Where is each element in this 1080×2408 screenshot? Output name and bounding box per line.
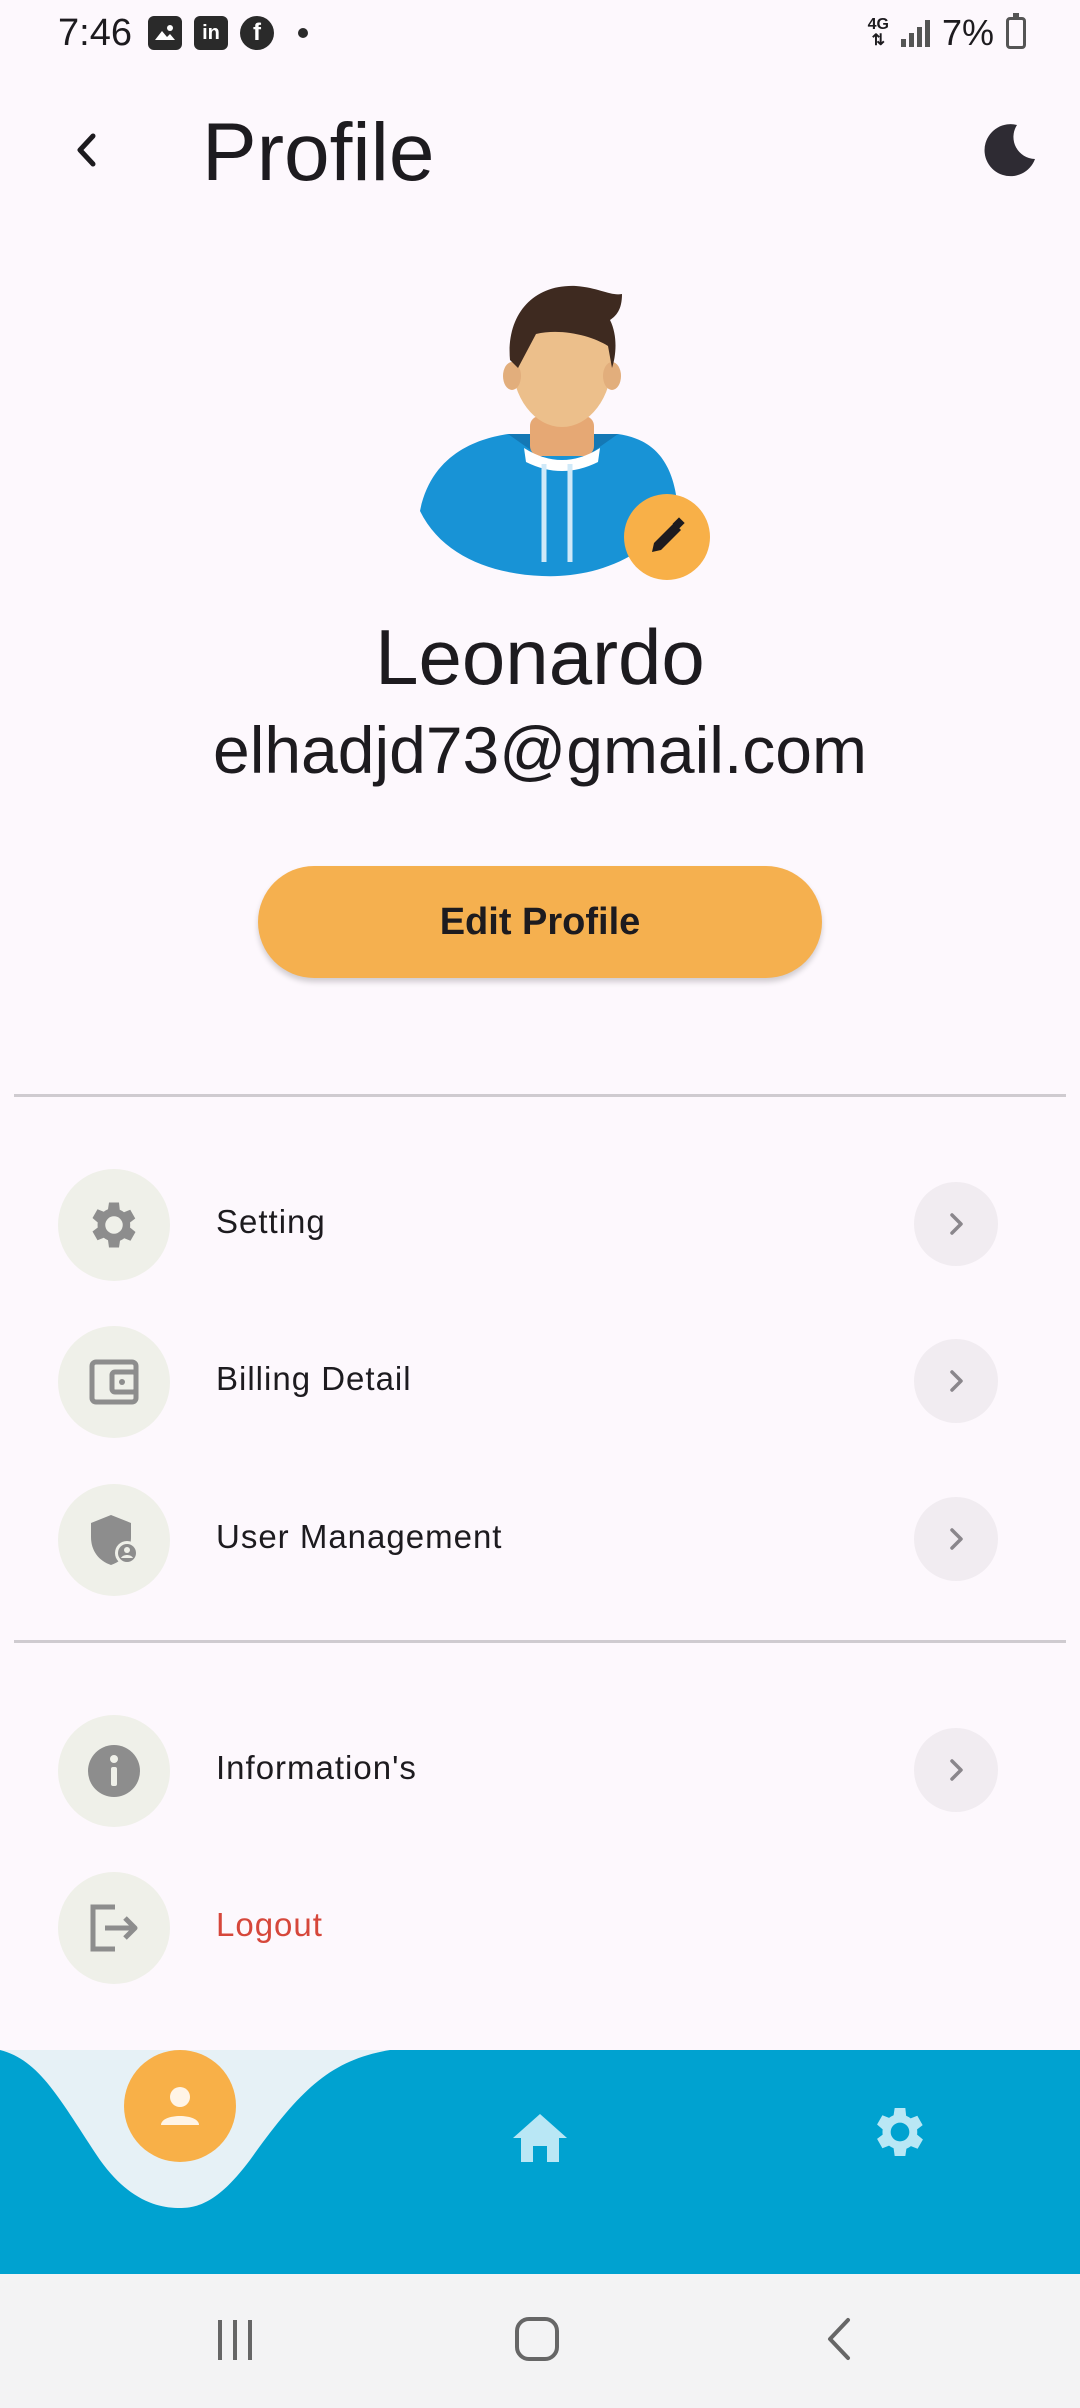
notification-icons: in f xyxy=(148,16,308,50)
page-title: Profile xyxy=(202,107,435,198)
signal-icon xyxy=(900,19,930,47)
edit-profile-button[interactable]: Edit Profile xyxy=(258,866,822,978)
back-system-button[interactable] xyxy=(796,2304,886,2374)
divider xyxy=(14,1640,1066,1643)
menu-item-label: Setting xyxy=(216,1203,326,1240)
recent-apps-button[interactable] xyxy=(190,2304,280,2374)
user-name: Leonardo xyxy=(375,613,705,701)
theme-toggle-button[interactable] xyxy=(978,118,1042,182)
menu-item-user-management[interactable]: User Management xyxy=(0,1480,1080,1600)
home-system-button[interactable] xyxy=(492,2304,582,2374)
pencil-icon xyxy=(652,517,685,552)
battery-icon xyxy=(1006,13,1026,49)
menu-item-setting[interactable]: Setting xyxy=(0,1165,1080,1285)
moon-icon xyxy=(984,124,1035,177)
menu-item-label: User Management xyxy=(216,1518,503,1555)
network-type: 4G ⇅ xyxy=(867,16,889,49)
status-right: 4G ⇅ 7% xyxy=(868,12,1026,54)
recent-apps-icon xyxy=(218,2320,252,2360)
back-button[interactable] xyxy=(58,122,114,178)
logout-icon xyxy=(58,1872,170,1984)
menu-item-label: Logout xyxy=(216,1906,323,1943)
app-bar: Profile xyxy=(0,100,1080,200)
linkedin-icon: in xyxy=(194,16,228,50)
info-icon xyxy=(58,1715,170,1827)
nav-home-button[interactable] xyxy=(502,2100,578,2176)
nav-settings-button[interactable] xyxy=(862,2094,938,2170)
chevron-right-icon xyxy=(914,1339,998,1423)
status-time: 7:46 xyxy=(58,12,132,54)
person-icon xyxy=(161,2087,199,2125)
wallet-icon xyxy=(58,1326,170,1438)
more-notifications-icon xyxy=(298,28,308,38)
home-icon xyxy=(513,2114,567,2162)
back-arrow-icon xyxy=(828,2318,850,2360)
battery-percent: 7% xyxy=(941,12,994,53)
edit-avatar-button[interactable] xyxy=(624,494,710,580)
facebook-icon: f xyxy=(240,16,274,50)
menu-item-information[interactable]: Information's xyxy=(0,1711,1080,1831)
status-bar: 7:46 in f 4G ⇅ 7% xyxy=(0,0,1080,70)
chevron-right-icon xyxy=(914,1728,998,1812)
nav-profile-button[interactable] xyxy=(124,2050,236,2162)
menu-item-logout[interactable]: Logout xyxy=(0,1868,1080,1988)
chevron-right-icon xyxy=(914,1182,998,1266)
gear-icon xyxy=(877,2108,923,2156)
user-email: elhadjd73@gmail.com xyxy=(212,713,867,787)
gear-icon xyxy=(58,1169,170,1281)
image-icon xyxy=(148,16,182,50)
chevron-right-icon xyxy=(914,1497,998,1581)
home-square-icon xyxy=(515,2317,559,2361)
network-label: 4G xyxy=(867,16,889,33)
menu-item-label: Information's xyxy=(216,1749,417,1786)
shield-user-icon xyxy=(58,1484,170,1596)
menu-item-label: Billing Detail xyxy=(216,1360,412,1397)
chevron-left-icon xyxy=(77,133,96,167)
menu-item-billing-detail[interactable]: Billing Detail xyxy=(0,1322,1080,1442)
divider xyxy=(14,1094,1066,1097)
system-nav-bar xyxy=(0,2274,1080,2408)
